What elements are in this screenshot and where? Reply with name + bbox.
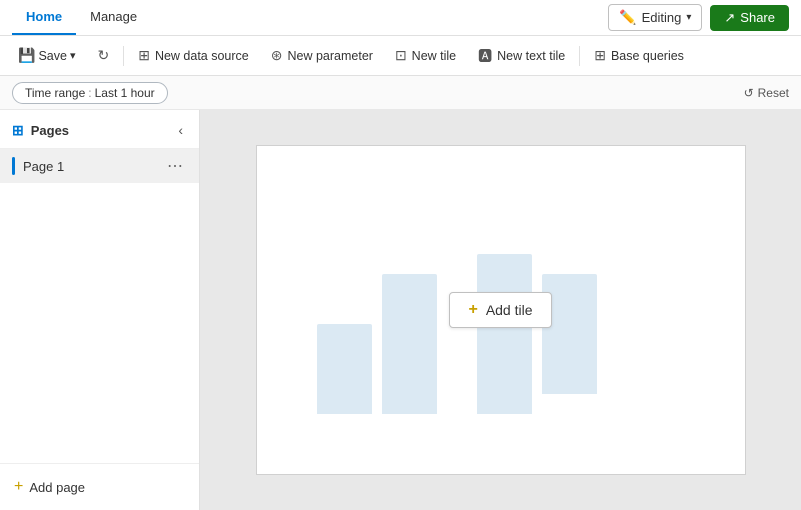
filter-bar: Time range : Last 1 hour ↺ Reset [0,76,801,110]
new-text-tile-icon: 🅰 [478,46,492,66]
sidebar-header: ⊞ Pages ‹ [0,110,199,149]
page-item-left: Page 1 [12,157,64,175]
new-parameter-button[interactable]: ⊛ New parameter [261,43,383,68]
pages-icon: ⊞ [12,122,24,139]
new-data-source-icon: ⊞ [138,47,150,64]
new-data-source-label: New data source [155,49,249,63]
editing-label: Editing [642,10,682,25]
sidebar-bottom: + Add page [0,463,199,510]
share-icon: ↗ [724,10,735,26]
page-name: Page 1 [23,159,64,174]
bar-1 [317,324,372,414]
add-page-label: Add page [29,480,85,495]
time-range-separator: : [88,86,91,100]
new-parameter-icon: ⊛ [271,47,283,64]
new-tile-label: New tile [412,49,456,63]
base-queries-label: Base queries [611,49,684,63]
base-queries-button[interactable]: ⊞ Base queries [584,43,694,68]
main-content: ⊞ Pages ‹ Page 1 ⋯ + Add page [0,110,801,510]
time-range-value: Last 1 hour [95,86,155,100]
reset-icon: ↺ [744,86,754,100]
add-tile-plus-icon: + [468,301,477,319]
editing-button[interactable]: ✏️ Editing ▾ [608,4,702,31]
tab-manage[interactable]: Manage [76,0,151,35]
add-page-button[interactable]: + Add page [12,474,87,500]
base-queries-icon: ⊞ [594,47,606,64]
page-active-indicator [12,157,15,175]
sidebar-title-area: ⊞ Pages [12,122,69,139]
sidebar: ⊞ Pages ‹ Page 1 ⋯ + Add page [0,110,200,510]
reset-label: Reset [758,86,789,100]
pencil-icon: ✏️ [619,9,636,26]
top-bar-actions: ✏️ Editing ▾ ↗ Share [608,4,789,31]
toolbar: 💾 Save ▾ ↻ ⊞ New data source ⊛ New param… [0,36,801,76]
toolbar-separator-2 [579,46,580,66]
time-range-filter[interactable]: Time range : Last 1 hour [12,82,168,104]
page-more-button[interactable]: ⋯ [163,156,187,176]
new-text-tile-label: New text tile [497,49,565,63]
save-dropdown-icon: ▾ [70,49,76,62]
refresh-icon: ↻ [97,47,109,64]
bar-2 [382,274,437,414]
refresh-button[interactable]: ↻ [87,43,119,68]
share-button[interactable]: ↗ Share [710,5,789,31]
dashboard-canvas: + Add tile [256,145,746,475]
collapse-sidebar-button[interactable]: ‹ [174,120,187,140]
add-tile-label: Add tile [486,302,533,318]
new-parameter-label: New parameter [287,49,372,63]
time-range-prefix: Time range [25,86,85,100]
chart-illustration [317,254,597,414]
add-page-plus-icon: + [14,478,23,496]
chevron-down-icon: ▾ [686,12,691,23]
new-tile-button[interactable]: ⊡ New tile [385,43,466,68]
pages-title: Pages [31,123,69,138]
bar-3 [477,254,532,414]
save-icon: 💾 [18,47,35,64]
top-bar: Home Manage ✏️ Editing ▾ ↗ Share [0,0,801,36]
tab-list: Home Manage [12,0,151,35]
add-tile-button[interactable]: + Add tile [449,292,551,328]
new-text-tile-button[interactable]: 🅰 New text tile [468,42,575,70]
save-button[interactable]: 💾 Save ▾ [8,43,85,68]
new-tile-icon: ⊡ [395,47,407,64]
share-label: Share [740,10,775,25]
page-item[interactable]: Page 1 ⋯ [0,149,199,183]
canvas-area: + Add tile [200,110,801,510]
tab-home[interactable]: Home [12,0,76,35]
toolbar-separator [123,46,124,66]
save-label: Save [38,49,67,63]
new-data-source-button[interactable]: ⊞ New data source [128,43,259,68]
reset-button[interactable]: ↺ Reset [744,86,789,100]
